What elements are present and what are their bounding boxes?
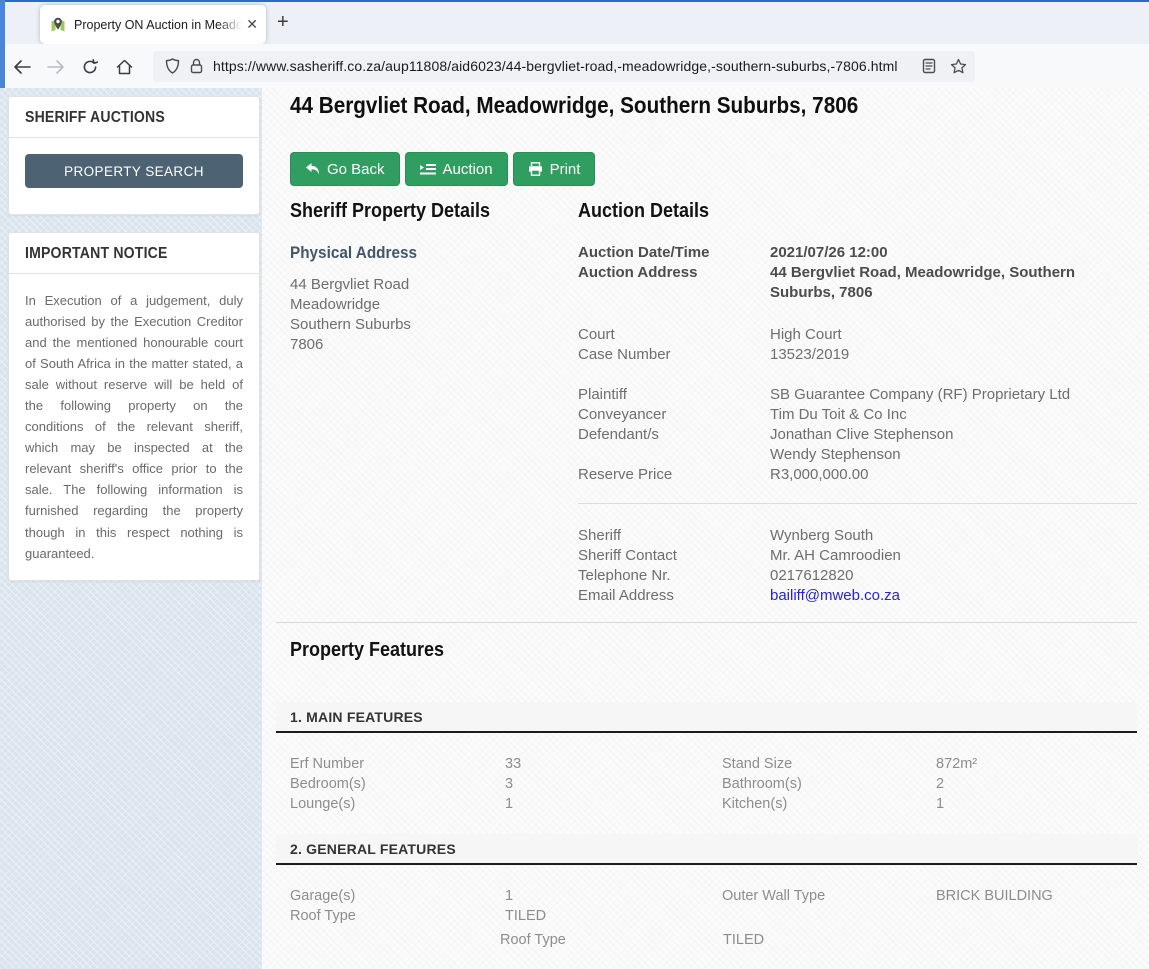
telephone-row: Telephone Nr. 0217612820 bbox=[578, 566, 1137, 586]
feature-value: 1 bbox=[505, 794, 722, 814]
url-text[interactable]: https://www.sasheriff.co.za/aup11808/aid… bbox=[213, 58, 914, 74]
reply-arrow-icon bbox=[305, 162, 320, 176]
roof-type-extra-row: Roof Type TILED bbox=[500, 930, 1137, 950]
page-title: 44 Bergvliet Road, Meadowridge, Southern… bbox=[290, 92, 921, 119]
address-line: Meadowridge bbox=[290, 295, 555, 315]
feature-value bbox=[936, 906, 1137, 926]
feature-label: Lounge(s) bbox=[290, 794, 505, 814]
print-button[interactable]: Print bbox=[513, 152, 596, 186]
reserve-price-row: Reserve Price R3,000,000.00 bbox=[578, 465, 1137, 485]
feature-value: 33 bbox=[505, 754, 722, 774]
feature-label bbox=[722, 906, 936, 926]
email-row: Email Address bailiff@mweb.co.za bbox=[578, 586, 1137, 606]
case-number-row: Case Number 13523/2019 bbox=[578, 345, 1137, 365]
feature-label: Bedroom(s) bbox=[290, 774, 505, 794]
feature-value: BRICK BUILDING bbox=[936, 886, 1137, 906]
reload-icon[interactable] bbox=[73, 56, 107, 76]
feature-label: Garage(s) bbox=[290, 886, 505, 906]
back-icon[interactable] bbox=[5, 56, 39, 76]
browser-chrome: Property ON Auction in Meado ✕ + bbox=[0, 0, 1149, 88]
map-pin-favicon-icon bbox=[50, 17, 66, 33]
feature-value: 1 bbox=[505, 886, 722, 906]
address-bar[interactable]: https://www.sasheriff.co.za/aup11808/aid… bbox=[153, 51, 975, 82]
reader-view-icon[interactable] bbox=[922, 58, 936, 74]
feature-value: TILED bbox=[723, 930, 1137, 950]
important-notice-panel: IMPORTANT NOTICE In Execution of a judge… bbox=[8, 232, 260, 581]
tab-close-icon[interactable]: ✕ bbox=[246, 16, 258, 33]
auction-details-divider bbox=[578, 503, 1137, 504]
home-icon[interactable] bbox=[107, 56, 141, 76]
browser-window: Property ON Auction in Meado ✕ + bbox=[0, 0, 1149, 969]
tab-title: Property ON Auction in Meado bbox=[74, 18, 242, 32]
feature-label: Roof Type bbox=[290, 906, 505, 926]
auction-address-row: Auction Address 44 Bergvliet Road, Meado… bbox=[578, 263, 1137, 303]
address-line: 44 Bergvliet Road bbox=[290, 275, 555, 295]
defendant-row: Defendant/s Jonathan Clive Stephenson bbox=[578, 425, 1137, 445]
section-divider bbox=[276, 622, 1137, 623]
auction-details: Auction Details Auction Date/Time 2021/0… bbox=[578, 200, 1137, 606]
email-link[interactable]: bailiff@mweb.co.za bbox=[770, 587, 900, 604]
address-line: 7806 bbox=[290, 335, 555, 355]
feature-label: Outer Wall Type bbox=[722, 886, 936, 906]
general-features-table: Garage(s) 1 Outer Wall Type BRICK BUILDI… bbox=[290, 886, 1137, 926]
feature-value: TILED bbox=[505, 906, 722, 926]
window-left-border bbox=[0, 0, 5, 88]
sheriff-row: Sheriff Wynberg South bbox=[578, 526, 1137, 546]
main-content: 44 Bergvliet Road, Meadowridge, Southern… bbox=[262, 88, 1149, 969]
forward-icon[interactable] bbox=[39, 56, 73, 76]
conveyancer-row: Conveyancer Tim Du Toit & Co Inc bbox=[578, 405, 1137, 425]
sheriff-contact-row: Sheriff Contact Mr. AH Camroodien bbox=[578, 546, 1137, 566]
plaintiff-row: Plaintiff SB Guarantee Company (RF) Prop… bbox=[578, 385, 1137, 405]
address-line: Southern Suburbs bbox=[290, 315, 555, 335]
feature-value: 1 bbox=[936, 794, 1137, 814]
shield-icon[interactable] bbox=[165, 58, 180, 74]
list-icon bbox=[420, 163, 436, 176]
property-search-button[interactable]: PROPERTY SEARCH bbox=[25, 154, 243, 188]
feature-label: Roof Type bbox=[500, 930, 723, 950]
browser-tab[interactable]: Property ON Auction in Meado ✕ bbox=[40, 5, 266, 44]
auction-button[interactable]: Auction bbox=[405, 152, 508, 186]
sheriff-auctions-title: SHERIFF AUCTIONS bbox=[25, 109, 165, 127]
defendant-row-2: Wendy Stephenson bbox=[578, 445, 1137, 465]
page-background: SHERIFF AUCTIONS PROPERTY SEARCH IMPORTA… bbox=[0, 88, 1149, 969]
court-row: Court High Court bbox=[578, 325, 1137, 345]
new-tab-icon[interactable]: + bbox=[277, 11, 289, 34]
lock-icon[interactable] bbox=[190, 58, 203, 74]
important-notice-text: In Execution of a judgement, duly author… bbox=[25, 290, 243, 564]
main-features-table: Erf Number 33 Stand Size 872m² Bedroom(s… bbox=[290, 754, 1137, 814]
bookmark-star-icon[interactable] bbox=[950, 58, 967, 74]
feature-label: Bathroom(s) bbox=[722, 774, 936, 794]
window-accent-border bbox=[0, 0, 1149, 2]
feature-label: Kitchen(s) bbox=[722, 794, 936, 814]
property-features-heading: Property Features bbox=[290, 639, 461, 662]
physical-address-heading: Physical Address bbox=[290, 243, 417, 263]
main-features-header: 1. MAIN FEATURES bbox=[276, 702, 1137, 733]
auction-details-heading: Auction Details bbox=[578, 200, 709, 223]
feature-value: 872m² bbox=[936, 754, 1137, 774]
tab-strip: Property ON Auction in Meado ✕ + bbox=[5, 2, 1149, 44]
feature-value: 3 bbox=[505, 774, 722, 794]
auction-date-row: Auction Date/Time 2021/07/26 12:00 bbox=[578, 243, 1137, 263]
browser-toolbar: https://www.sasheriff.co.za/aup11808/aid… bbox=[5, 44, 1149, 88]
sheriff-auctions-panel: SHERIFF AUCTIONS PROPERTY SEARCH bbox=[8, 96, 260, 215]
action-buttons: Go Back Auction Print bbox=[290, 152, 595, 186]
property-details-heading: Sheriff Property Details bbox=[290, 200, 490, 223]
feature-label: Stand Size bbox=[722, 754, 936, 774]
printer-icon bbox=[528, 162, 543, 176]
feature-value: 2 bbox=[936, 774, 1137, 794]
go-back-button[interactable]: Go Back bbox=[290, 152, 400, 186]
sheriff-property-details: Sheriff Property Details Physical Addres… bbox=[290, 200, 555, 355]
important-notice-title: IMPORTANT NOTICE bbox=[25, 245, 168, 263]
general-features-header: 2. GENERAL FEATURES bbox=[276, 834, 1137, 865]
feature-label: Erf Number bbox=[290, 754, 505, 774]
